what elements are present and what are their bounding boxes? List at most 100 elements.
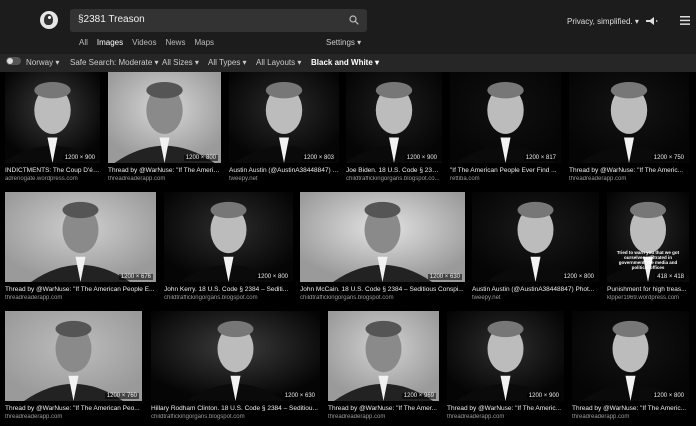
image-dimensions: 1200 × 630 [282,393,317,399]
image-dimensions: 1200 × 760 [104,393,139,399]
result-thumbnail[interactable]: 1200 × 800 [108,72,221,163]
result-thumbnail[interactable]: 1200 × 630 [151,311,320,401]
image-dimensions: 1200 × 803 [301,155,336,161]
privacy-dropdown[interactable]: Privacy, simplified. ▾ [567,17,639,26]
size-filter[interactable]: All Sizes ▾ [162,58,199,67]
region-toggle[interactable] [6,57,21,65]
result-thumbnail[interactable]: 1200 × 800 [572,311,689,401]
result-title[interactable]: Thread by @WarNuse: "If The American Peo… [5,286,156,293]
result-url[interactable]: tweepy.net [472,295,599,301]
result-url[interactable]: threadreaderapp.com [108,176,221,182]
image-result[interactable]: 1200 × 817 "If The American People Ever F… [450,72,561,186]
result-thumbnail[interactable]: 1200 × 676 [5,192,156,282]
image-result[interactable]: 1200 × 750 Thread by @WarNuse: "If The Am… [569,72,689,186]
portrait-image [108,72,221,163]
result-title[interactable]: Hillary Rodham Clinton. 18 U.S. Code § 2… [151,405,320,412]
image-result[interactable]: 1200 × 800 Austin Austin (@AustinA3844884… [472,192,599,302]
result-title[interactable]: John Kerry. 18 U.S. Code § 2384 – Sediti… [164,286,293,293]
result-url[interactable]: tweepy.net [229,176,339,182]
image-result[interactable]: 1200 × 900 Thread by @WarNuse: "If The Am… [447,311,564,421]
result-url[interactable]: threadreaderapp.com [5,295,156,301]
result-url[interactable]: childtraffickingorgans.blogspot.co... [346,176,442,182]
image-result[interactable]: 1200 × 803 Austin Austin (@AustinA3844884… [229,72,339,186]
result-thumbnail[interactable]: 1200 × 630 [300,192,465,282]
result-url[interactable]: klpper1969.wordpress.com [607,295,689,301]
image-result[interactable]: 1200 × 900 INDICTMENTS: The Coup D'ét... a… [5,72,100,186]
chevron-down-icon: ▾ [375,58,380,67]
tab-news[interactable]: News [165,38,185,47]
result-title[interactable]: "If The American People Ever Find ... [450,167,561,174]
result-title[interactable]: Thread by @WarNuse: "If The Americ... [569,167,689,174]
result-url[interactable]: threadreaderapp.com [572,414,689,420]
region-filter[interactable]: Norway ▾ [26,58,59,67]
result-url[interactable]: threadreaderapp.com [447,414,564,420]
image-result[interactable]: 1200 × 630 Hillary Rodham Clinton. 18 U.S… [151,311,320,421]
portrait-image [450,72,561,163]
image-result[interactable]: 1200 × 676 Thread by @WarNuse: "If The Am… [5,192,156,302]
meme-caption: Tried to warn you that we got ourselves … [616,250,680,270]
result-thumbnail[interactable]: 1200 × 900 [346,72,442,163]
safe-search-filter[interactable]: Safe Search: Moderate ▾ [70,58,159,67]
result-url[interactable]: adrenogate.wordpress.com [5,176,100,182]
result-thumbnail[interactable]: Tried to warn you that we got ourselves … [607,192,689,282]
image-result[interactable]: 1200 × 800 John Kerry. 18 U.S. Code § 238… [164,192,293,302]
result-title[interactable]: Joe Biden. 18 U.S. Code § 2384 ... [346,167,442,174]
tab-maps[interactable]: Maps [194,38,214,47]
result-thumbnail[interactable]: 1200 × 800 [472,192,599,282]
result-url[interactable]: threadreaderapp.com [5,414,142,420]
image-result[interactable]: 1200 × 630 John McCain. 18 U.S. Code § 23… [300,192,465,302]
tab-images[interactable]: Images [97,38,123,47]
result-thumbnail[interactable]: 1200 × 800 [164,192,293,282]
portrait-image [472,192,599,282]
result-title[interactable]: INDICTMENTS: The Coup D'ét... [5,167,100,174]
result-thumbnail[interactable]: 1200 × 900 [447,311,564,401]
settings-dropdown[interactable]: Settings ▾ [326,38,361,47]
privacy-label: Privacy, simplified. [567,17,633,26]
image-result[interactable]: 1200 × 800 Thread by @WarNuse: "If The Am… [572,311,689,421]
result-url[interactable]: threadreaderapp.com [328,414,439,420]
result-url[interactable]: childtraffickingorgans.blogspot.com [300,295,465,301]
search-bar[interactable]: §2381 Treason [70,9,367,32]
safe-search-label: Safe Search: Moderate [70,58,153,67]
chevron-down-icon: ▾ [357,38,362,47]
layout-filter[interactable]: All Layouts ▾ [256,58,301,67]
image-dimensions: 1200 × 900 [404,155,439,161]
hamburger-menu-icon[interactable] [680,16,690,25]
result-title[interactable]: Thread by @WarNuse: "If The Americ... [447,405,564,412]
type-filter[interactable]: All Types ▾ [208,58,247,67]
type-label: All Types [208,58,241,67]
megaphone-icon[interactable] [645,16,659,26]
result-title[interactable]: John McCain. 18 U.S. Code § 2384 – Sedit… [300,286,465,293]
tab-all[interactable]: All [79,38,88,47]
image-result[interactable]: 1200 × 800 Thread by @WarNuse: "If The Am… [108,72,221,186]
result-title[interactable]: Thread by @WarNuse: "If The American Peo… [5,405,142,412]
result-url[interactable]: threadreaderapp.com [569,176,689,182]
result-title[interactable]: Thread by @WarNuse: "If The Americ... [572,405,689,412]
result-thumbnail[interactable]: 1200 × 969 [328,311,439,401]
result-title[interactable]: Thread by @WarNuse: "If The Americ... [108,167,221,174]
image-result[interactable]: 1200 × 900 Joe Biden. 18 U.S. Code § 2384… [346,72,442,186]
color-filter[interactable]: Black and White ▾ [311,58,379,67]
result-title[interactable]: Austin Austin (@AustinA38448847) Phot... [472,286,599,293]
result-url[interactable]: childtraffickingorgans.blogspot.com [151,414,320,420]
tab-videos[interactable]: Videos [132,38,156,47]
image-result[interactable]: 1200 × 969 Thread by @WarNuse: "If The Am… [328,311,439,421]
result-thumbnail[interactable]: 1200 × 817 [450,72,561,163]
image-result[interactable]: Tried to warn you that we got ourselves … [607,192,689,302]
portrait-image [346,72,442,163]
result-thumbnail[interactable]: 1200 × 803 [229,72,339,163]
image-dimensions: 1200 × 630 [427,274,462,280]
search-input[interactable]: §2381 Treason [78,14,145,25]
result-thumbnail[interactable]: 1200 × 750 [569,72,689,163]
image-result[interactable]: 1200 × 760 Thread by @WarNuse: "If The Am… [5,311,142,421]
result-thumbnail[interactable]: 1200 × 900 [5,72,100,163]
image-dimensions: 1200 × 800 [183,155,218,161]
search-icon[interactable] [349,15,359,25]
duckduckgo-logo-icon[interactable] [40,11,58,29]
result-thumbnail[interactable]: 1200 × 760 [5,311,142,401]
result-title[interactable]: Punishment for high treas... [607,286,689,293]
result-url[interactable]: rettiba.com [450,176,561,182]
result-title[interactable]: Austin Austin (@AustinA38448847) | ... [229,167,339,174]
result-url[interactable]: childtraffickingorgans.blogspot.com [164,295,293,301]
result-title[interactable]: Thread by @WarNuse: "If The Amer... [328,405,439,412]
